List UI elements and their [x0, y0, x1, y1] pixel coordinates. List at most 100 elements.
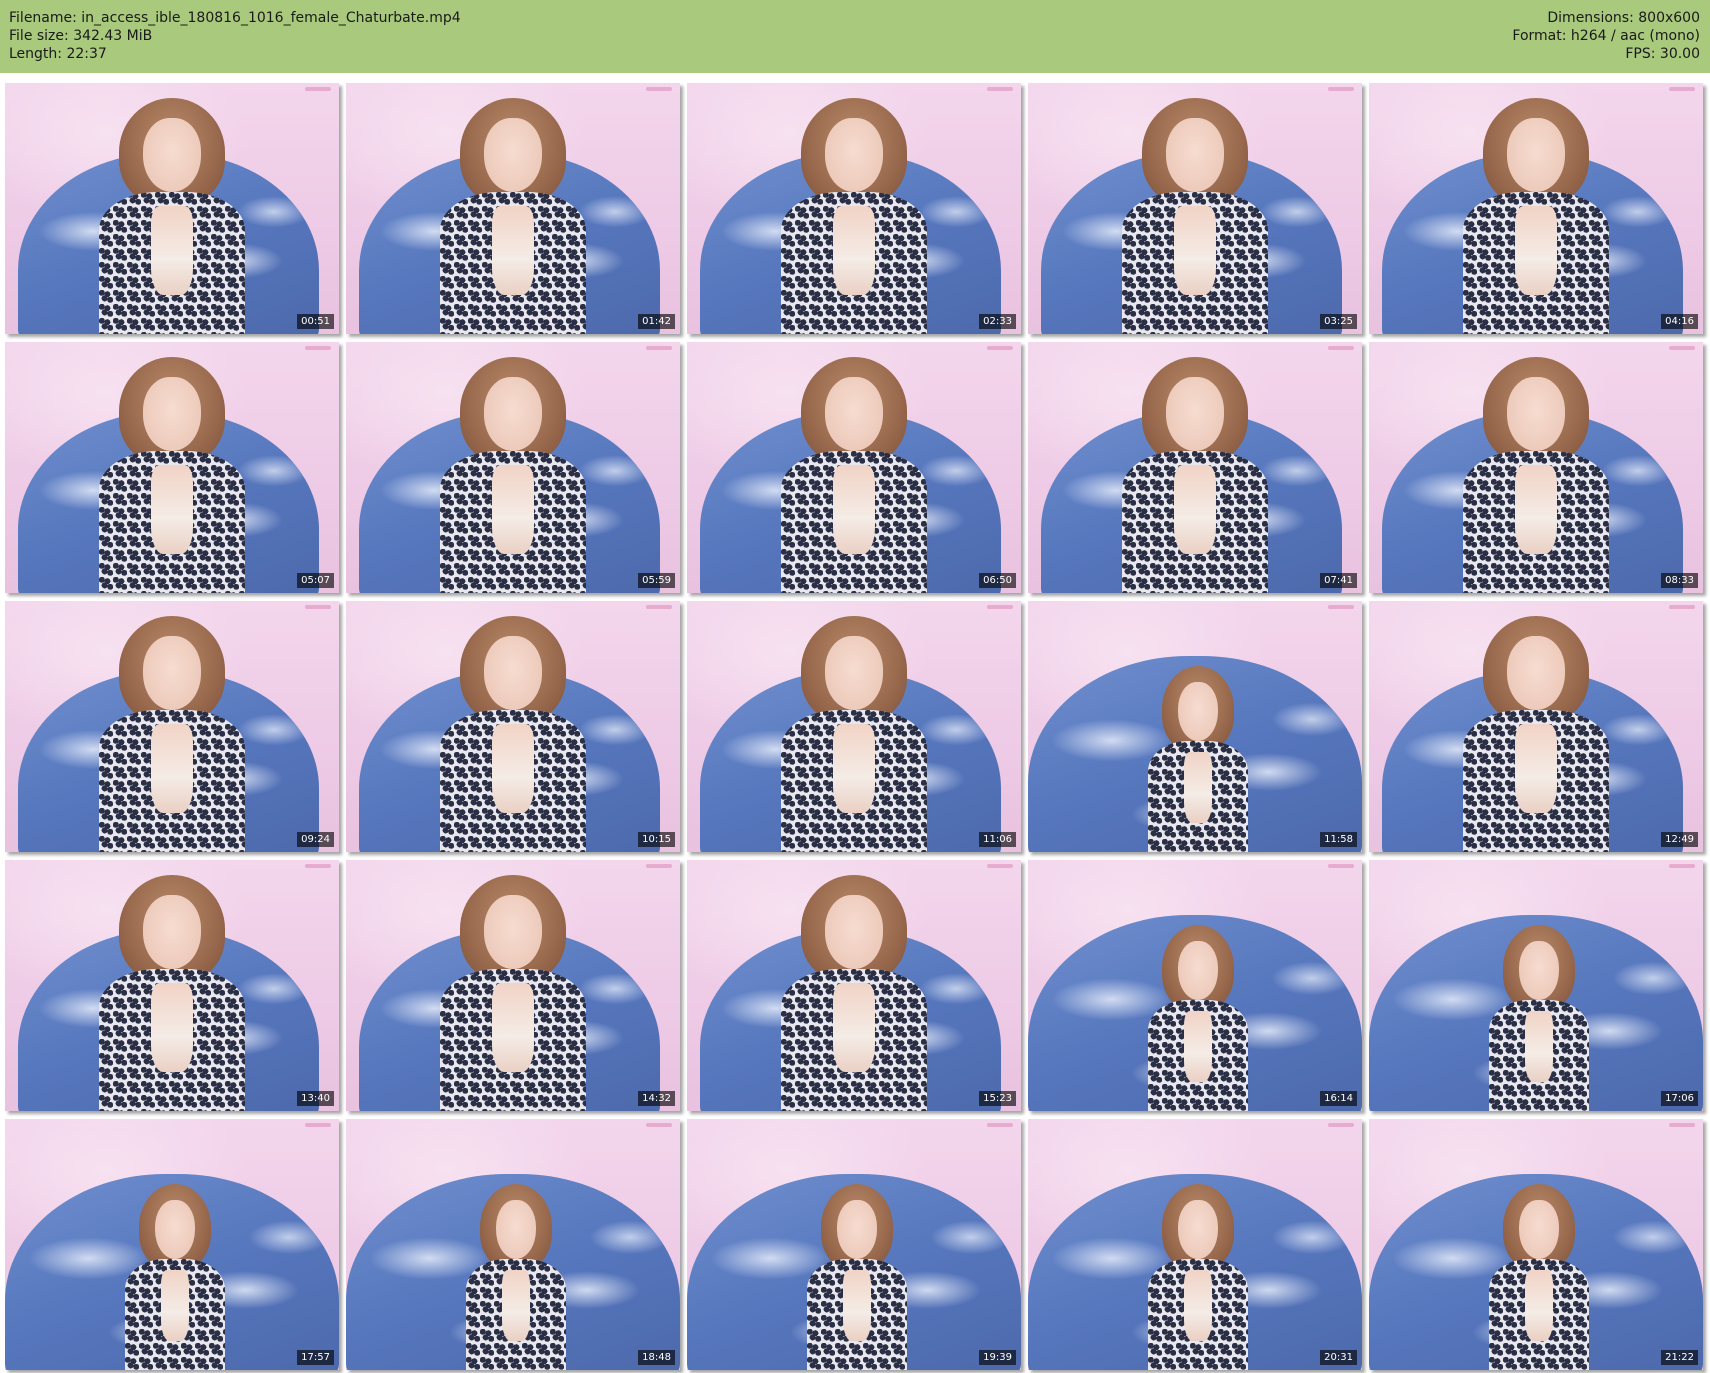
chest-shape — [833, 724, 875, 813]
timestamp-label: 00:51 — [297, 314, 334, 329]
video-thumbnail[interactable]: 01:42 — [346, 83, 680, 334]
video-thumbnail[interactable]: 17:57 — [5, 1119, 339, 1370]
thumbnail-grid: 00:51 01:42 02:33 03:25 04:16 05:07 05:59 06:50… — [5, 83, 1705, 1370]
watermark-logo — [1328, 1123, 1354, 1127]
watermark-logo — [305, 1123, 331, 1127]
chest-shape — [151, 465, 193, 554]
video-thumbnail[interactable]: 12:49 — [1369, 601, 1703, 852]
timestamp-label: 10:15 — [638, 832, 675, 847]
timestamp-label: 03:25 — [1320, 314, 1357, 329]
face-shape — [824, 117, 884, 192]
watermark-logo — [987, 346, 1013, 350]
video-thumbnail[interactable]: 03:25 — [1028, 83, 1362, 334]
info-header: Filename: in_access_ible_180816_1016_fem… — [0, 0, 1710, 73]
video-thumbnail[interactable]: 19:39 — [687, 1119, 1021, 1370]
watermark-logo — [987, 864, 1013, 868]
video-thumbnail[interactable]: 08:33 — [1369, 342, 1703, 593]
face-shape — [824, 894, 884, 969]
face-shape — [142, 117, 202, 192]
person-shape — [1148, 666, 1249, 852]
video-thumbnail[interactable]: 11:58 — [1028, 601, 1362, 852]
watermark-logo — [646, 605, 672, 609]
person-shape — [1462, 98, 1610, 334]
video-thumbnail[interactable]: 06:50 — [687, 342, 1021, 593]
video-thumbnail[interactable]: 00:51 — [5, 83, 339, 334]
video-thumbnail[interactable]: 04:16 — [1369, 83, 1703, 334]
video-info: Dimensions: 800x600 Format: h264 / aac (… — [1512, 9, 1700, 63]
video-thumbnail[interactable]: 21:22 — [1369, 1119, 1703, 1370]
person-shape — [1148, 1184, 1249, 1370]
file-info: Filename: in_access_ible_180816_1016_fem… — [9, 9, 461, 63]
face-shape — [824, 376, 884, 451]
watermark-logo — [1328, 346, 1354, 350]
chest-shape — [1515, 206, 1557, 295]
watermark-logo — [1328, 605, 1354, 609]
watermark-logo — [1669, 864, 1695, 868]
timestamp-label: 12:49 — [1661, 832, 1698, 847]
video-thumbnail[interactable]: 18:48 — [346, 1119, 680, 1370]
person-shape — [466, 1184, 567, 1370]
timestamp-label: 17:06 — [1661, 1091, 1698, 1106]
video-thumbnail[interactable]: 16:14 — [1028, 860, 1362, 1111]
timestamp-label: 15:23 — [979, 1091, 1016, 1106]
chest-shape — [1525, 1270, 1554, 1341]
fps-text: FPS: 30.00 — [1625, 46, 1700, 62]
chest-shape — [151, 724, 193, 813]
person-shape — [780, 616, 928, 852]
timestamp-label: 20:31 — [1320, 1350, 1357, 1365]
dimensions-text: Dimensions: 800x600 — [1547, 10, 1700, 26]
chest-shape — [833, 465, 875, 554]
video-thumbnail[interactable]: 15:23 — [687, 860, 1021, 1111]
chest-shape — [833, 206, 875, 295]
video-thumbnail[interactable]: 05:59 — [346, 342, 680, 593]
chest-shape — [151, 983, 193, 1072]
watermark-logo — [1669, 605, 1695, 609]
face-shape — [1519, 1199, 1560, 1259]
face-shape — [142, 376, 202, 451]
watermark-logo — [305, 864, 331, 868]
chest-shape — [151, 206, 193, 295]
video-thumbnail[interactable]: 02:33 — [687, 83, 1021, 334]
video-thumbnail[interactable]: 11:06 — [687, 601, 1021, 852]
chest-shape — [161, 1270, 190, 1341]
chest-shape — [1174, 465, 1216, 554]
video-thumbnail[interactable]: 05:07 — [5, 342, 339, 593]
video-thumbnail[interactable]: 07:41 — [1028, 342, 1362, 593]
person-shape — [98, 875, 246, 1111]
face-shape — [1178, 681, 1219, 741]
chest-shape — [1184, 1270, 1213, 1341]
person-shape — [780, 875, 928, 1111]
watermark-logo — [305, 605, 331, 609]
face-shape — [1165, 117, 1225, 192]
person-shape — [780, 98, 928, 334]
face-shape — [1506, 117, 1566, 192]
video-thumbnail[interactable]: 09:24 — [5, 601, 339, 852]
video-thumbnail[interactable]: 14:32 — [346, 860, 680, 1111]
face-shape — [155, 1199, 196, 1259]
person-shape — [1489, 1184, 1590, 1370]
watermark-logo — [305, 87, 331, 91]
person-shape — [1489, 925, 1590, 1111]
chest-shape — [1184, 1011, 1213, 1082]
timestamp-label: 19:39 — [979, 1350, 1016, 1365]
video-thumbnail[interactable]: 10:15 — [346, 601, 680, 852]
person-shape — [98, 616, 246, 852]
timestamp-label: 14:32 — [638, 1091, 675, 1106]
face-shape — [142, 894, 202, 969]
video-thumbnail[interactable]: 20:31 — [1028, 1119, 1362, 1370]
watermark-logo — [987, 1123, 1013, 1127]
timestamp-label: 05:59 — [638, 573, 675, 588]
face-shape — [483, 376, 543, 451]
filename-text: Filename: in_access_ible_180816_1016_fem… — [9, 10, 461, 26]
face-shape — [824, 635, 884, 710]
file-size-text: File size: 342.43 MiB — [9, 28, 153, 44]
face-shape — [1165, 376, 1225, 451]
timestamp-label: 16:14 — [1320, 1091, 1357, 1106]
chest-shape — [1184, 752, 1213, 823]
person-shape — [439, 357, 587, 593]
chest-shape — [1515, 465, 1557, 554]
video-thumbnail[interactable]: 13:40 — [5, 860, 339, 1111]
face-shape — [142, 635, 202, 710]
video-thumbnail[interactable]: 17:06 — [1369, 860, 1703, 1111]
timestamp-label: 02:33 — [979, 314, 1016, 329]
